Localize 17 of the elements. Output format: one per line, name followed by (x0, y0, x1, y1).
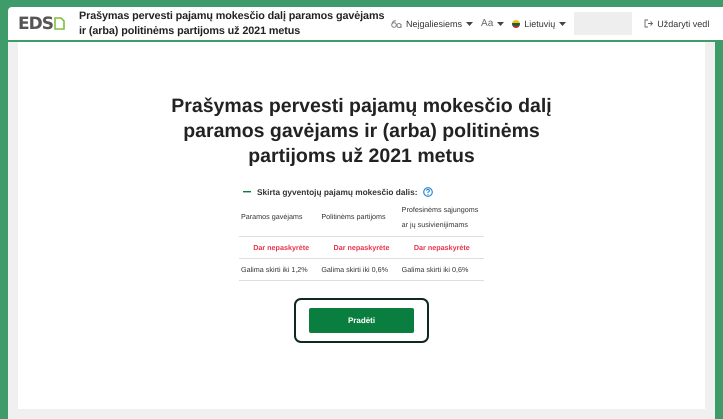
language-menu[interactable]: Lietuvių (512, 18, 566, 28)
start-button[interactable]: Pradėti (309, 308, 414, 333)
font-menu[interactable]: Aa (481, 18, 504, 29)
exit-icon (644, 19, 654, 28)
flag-icon (512, 20, 520, 28)
page-title: Prašymas pervesti pajamų mokesčio dalį paramos gavėjams ir (arba) politinėms partijoms už 2021 metus (170, 94, 553, 169)
caret-icon (559, 22, 566, 26)
accessibility-menu[interactable]: Neįgaliesiems (391, 18, 474, 28)
section-heading: Skirta gyventojų pajamų mokesčio dalis: (257, 187, 418, 197)
accessibility-icon (391, 20, 402, 28)
document-icon (54, 17, 65, 30)
close-link[interactable]: Uždaryti vedl (644, 18, 710, 28)
logo-text: EDS (18, 14, 53, 34)
caret-icon (466, 22, 474, 26)
header-title: Prašymas pervesti pajamų mokesčio dalį paramos gavėjams ir (arba) politinėms partijoms už 2021 metus (79, 8, 385, 38)
help-icon[interactable] (423, 187, 434, 197)
caret-icon (497, 22, 504, 26)
